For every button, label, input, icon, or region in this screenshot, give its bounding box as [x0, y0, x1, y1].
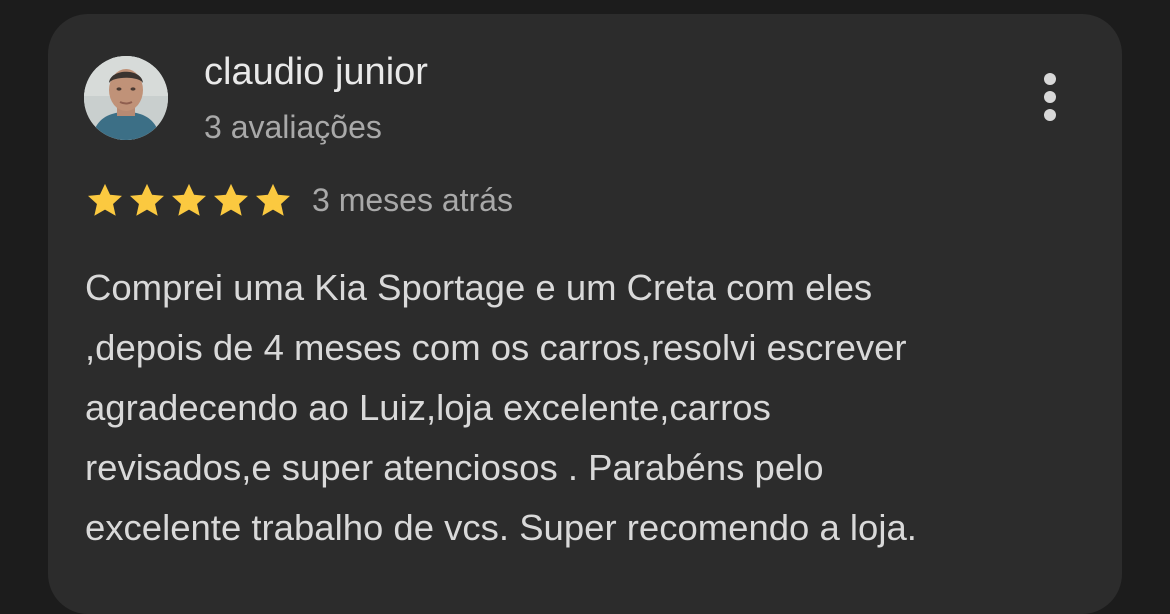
review-date: 3 meses atrás — [312, 182, 513, 218]
review-count: 3 avaliações — [204, 109, 382, 145]
star-icon — [88, 183, 122, 216]
star-icon — [130, 183, 164, 216]
avatar[interactable] — [84, 56, 168, 140]
review-text-line: revisados,e super atenciosos . Parabéns … — [85, 447, 824, 488]
review-text: Comprei uma Kia Sportage e um Creta com … — [85, 258, 1085, 558]
more-options-button[interactable] — [1026, 64, 1074, 130]
review-text-line: agradecendo ao Luiz,loja excelente,carro… — [85, 387, 771, 428]
star-icon — [214, 183, 248, 216]
reviewer-name[interactable]: claudio junior — [204, 48, 428, 96]
star-icon — [256, 183, 290, 216]
star-icon — [172, 183, 206, 216]
star-rating — [84, 180, 294, 222]
review-text-line: ,depois de 4 meses com os carros,resolvi… — [85, 327, 907, 368]
review-text-line: Comprei uma Kia Sportage e um Creta com … — [85, 267, 873, 308]
review-text-line: excelente trabalho de vcs. Super recomen… — [85, 507, 917, 548]
